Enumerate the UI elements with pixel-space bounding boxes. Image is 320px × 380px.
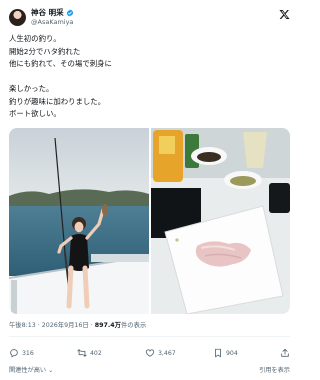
media-grid xyxy=(9,128,290,314)
tweet-text: 人生初の釣り。 開始2分でハタ釣れた 他にも釣れて、その場で刺身に 楽しかった。… xyxy=(9,33,289,121)
author-name-row[interactable]: 神谷 明采 xyxy=(31,8,74,18)
meta-separator: · xyxy=(90,322,93,329)
view-quotes-link[interactable]: 引用を表示 xyxy=(259,366,290,375)
meta-separator: · xyxy=(37,322,40,329)
views-count: 897.4万 xyxy=(94,322,121,329)
tweet-line: 人生初の釣り。 xyxy=(9,34,61,43)
tweet-card: 神谷 明采 @AsaKamiya 人生初の釣り。 開始2分でハタ釣れた 他にも釣… xyxy=(0,0,299,380)
author-handle[interactable]: @AsaKamiya xyxy=(31,18,73,27)
tweet-line: 開始2分でハタ釣れた xyxy=(9,46,81,56)
bookmark-icon xyxy=(215,348,221,358)
sort-replies-label: 関連性が高い xyxy=(9,367,47,374)
retweet-icon xyxy=(77,349,87,357)
retweet-count: 402 xyxy=(90,349,102,357)
reply-count: 316 xyxy=(22,349,34,357)
avatar[interactable] xyxy=(9,9,26,26)
like-button[interactable]: 3,467 xyxy=(145,348,176,358)
like-icon xyxy=(145,349,155,357)
retweet-button[interactable]: 402 xyxy=(77,348,102,358)
chevron-down-icon: ⌄ xyxy=(48,367,54,374)
tweet-line: 楽しかった。 xyxy=(9,84,54,93)
bookmark-button[interactable]: 904 xyxy=(213,348,238,358)
tweet-line: 他にも釣れて、その場で刺身に xyxy=(9,59,112,68)
fishing-photo-image xyxy=(9,128,149,314)
reply-button[interactable]: 316 xyxy=(9,348,34,358)
photo-fishing-boat[interactable] xyxy=(9,128,149,314)
tweet-line: 釣りが趣味に加わりました。 xyxy=(9,96,106,106)
share-icon xyxy=(281,348,289,357)
sashimi-photo-image xyxy=(151,128,290,314)
divider xyxy=(9,336,290,337)
tweet-line: ボート欲しい。 xyxy=(9,109,61,118)
sort-replies-dropdown[interactable]: 関連性が高い ⌄ xyxy=(9,366,53,375)
views-label: 件の表示 xyxy=(120,322,147,329)
photo-sashimi-plate[interactable] xyxy=(151,128,290,314)
x-logo-icon[interactable] xyxy=(279,9,290,23)
like-count: 3,467 xyxy=(158,349,176,357)
verified-badge-icon xyxy=(66,9,73,17)
share-button[interactable] xyxy=(280,348,290,358)
tweet-time[interactable]: 午後8:13 xyxy=(9,322,36,329)
reply-icon xyxy=(10,349,18,358)
author-display-name[interactable]: 神谷 明采 xyxy=(31,8,64,18)
tweet-date[interactable]: 2026年9月16日 xyxy=(42,322,89,329)
bookmark-count: 904 xyxy=(226,349,238,357)
tweet-meta: 午後8:13 · 2026年9月16日 · 897.4万件の表示 xyxy=(9,321,146,330)
